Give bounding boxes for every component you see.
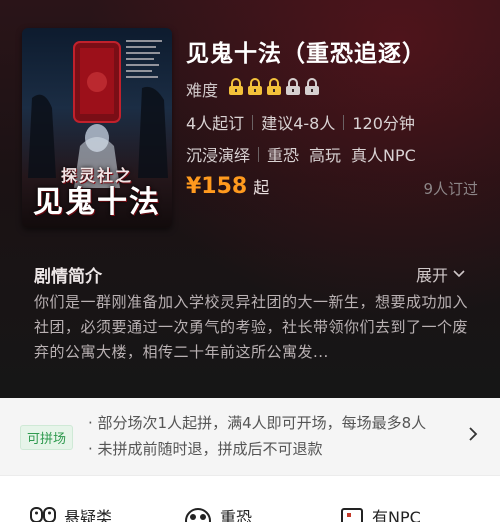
- product-title: 见鬼十法（重恐追逐）: [186, 41, 426, 67]
- group-badge: 可拼场: [20, 425, 74, 450]
- npc-icon: [341, 508, 363, 522]
- feature-horror-label: 重恐: [220, 508, 253, 522]
- divider: [258, 146, 260, 162]
- lock-icon-filled: [229, 78, 244, 95]
- lock-icon-empty: [305, 78, 320, 95]
- tag-expert: 高玩: [309, 146, 342, 165]
- lock-icon-filled: [267, 78, 282, 95]
- difficulty-locks: [228, 78, 323, 100]
- feature-row: 悬疑类 重恐 有NPC: [0, 500, 500, 522]
- poster-subtitle: 探灵社之: [60, 166, 133, 185]
- synopsis-heading: 剧情简介: [34, 267, 102, 287]
- group-rule-1: · 部分场次1人起拼，满4人即可开场，每场最多8人: [88, 414, 427, 432]
- feature-npc-label: 有NPC: [372, 508, 421, 522]
- price-suffix: 起: [253, 178, 270, 197]
- meta-min-players: 4人起订: [186, 114, 245, 133]
- chevron-down-icon: [453, 270, 465, 278]
- poster-main-title: 见鬼十法: [33, 185, 161, 220]
- meta-suggested-players: 建议4-8人: [261, 114, 336, 133]
- divider: [343, 114, 345, 130]
- expand-label: 展开: [415, 266, 448, 285]
- lock-icon-filled: [248, 78, 263, 95]
- ghost-face-icon: [185, 508, 211, 522]
- feature-suspense-label: 悬疑类: [64, 508, 113, 522]
- feature-horror: 重恐: [184, 504, 252, 522]
- feature-suspense: 悬疑类: [30, 504, 112, 522]
- feature-npc: 有NPC: [340, 504, 421, 522]
- group-booking-bar[interactable]: 可拼场 · 部分场次1人起拼，满4人即可开场，每场最多8人 · 未拼成前随时退，…: [0, 398, 500, 476]
- difficulty-label: 难度: [186, 81, 219, 100]
- price-value: ¥158: [186, 174, 248, 199]
- meta-duration: 120分钟: [352, 114, 415, 133]
- poster-image[interactable]: 探灵社之 见鬼十法: [22, 28, 172, 228]
- product-hero: 探灵社之 见鬼十法 见鬼十法（重恐追逐） 难度 4人起订 建议4-8人 120分…: [0, 0, 500, 398]
- difficulty-row: 难度: [186, 77, 323, 101]
- group-rules: · 部分场次1人起拼，满4人即可开场，每场最多8人 · 未拼成前随时退，拼成后不…: [88, 410, 426, 462]
- poster-title: 探灵社之 见鬼十法: [28, 162, 166, 220]
- divider: [252, 114, 254, 130]
- lock-icon-empty: [286, 78, 301, 95]
- tag-npc: 真人NPC: [351, 146, 416, 165]
- meta-row: 4人起订 建议4-8人 120分钟: [186, 110, 415, 134]
- synopsis-text: 你们是一群刚准备加入学校灵异社团的大一新生，想要成功加入社团，必须要通过一次勇气…: [34, 293, 469, 361]
- expand-button[interactable]: 展开: [416, 262, 466, 286]
- tag-horror: 重恐: [267, 146, 300, 165]
- chevron-right-icon[interactable]: [468, 426, 478, 442]
- booked-count: 9人订过: [423, 180, 478, 198]
- group-rule-2: · 未拼成前随时退，拼成后不可退款: [88, 440, 323, 458]
- mask-icon: [30, 507, 56, 522]
- tag-immersive: 沉浸演绎: [186, 146, 251, 165]
- price-row: ¥158 起: [186, 174, 269, 199]
- tags-row: 沉浸演绎 重恐 高玩 真人NPC: [186, 142, 416, 166]
